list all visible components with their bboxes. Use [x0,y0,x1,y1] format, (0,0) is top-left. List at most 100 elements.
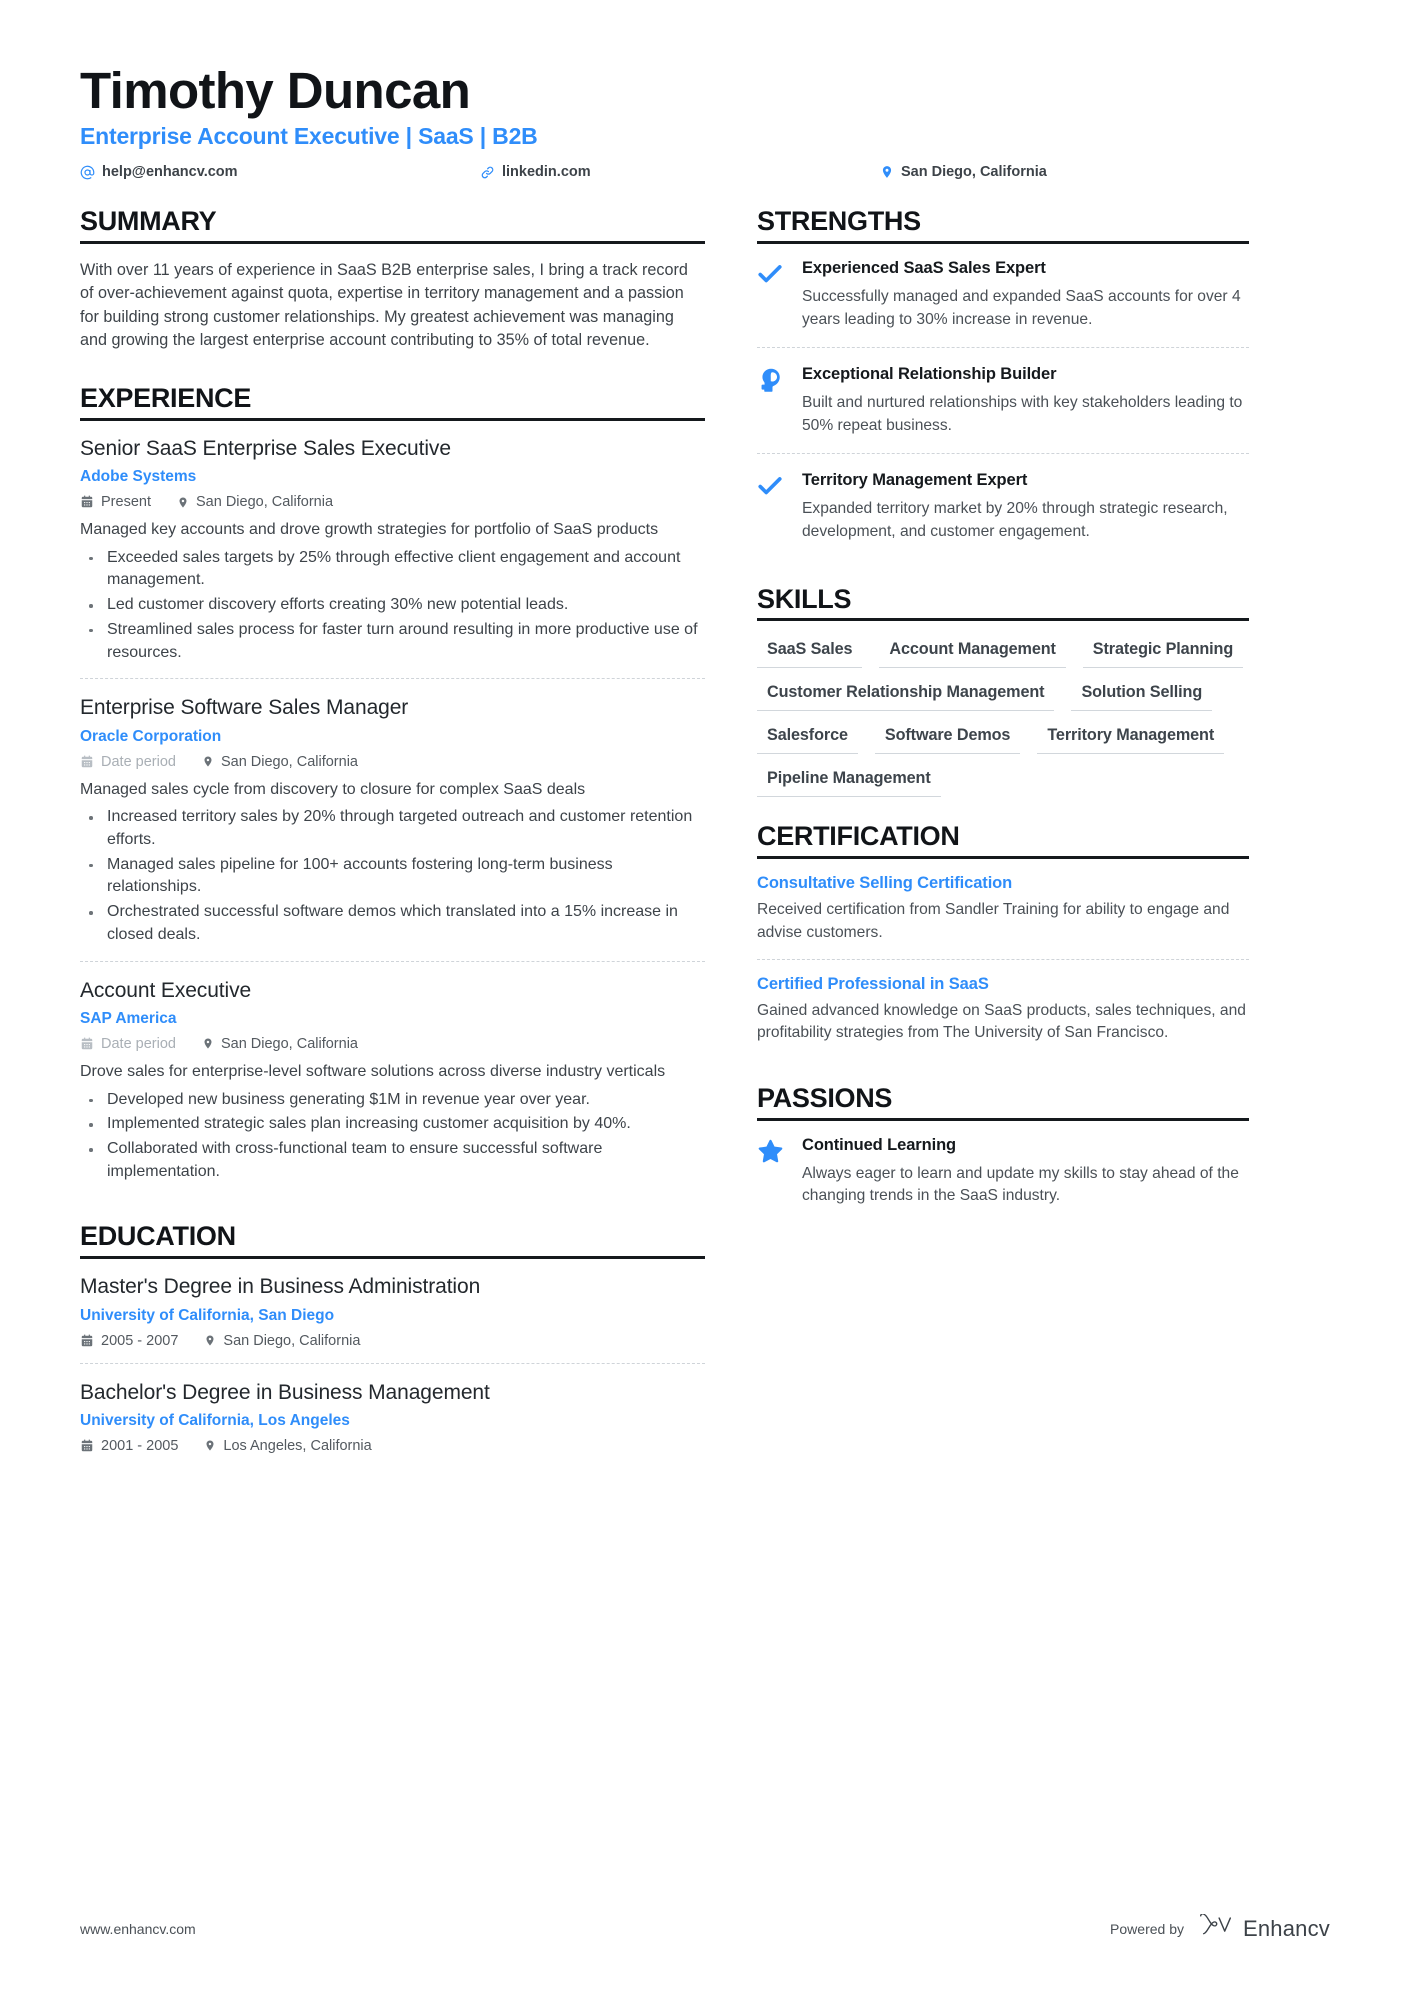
education-date-label: 2005 - 2007 [101,1332,179,1349]
page-footer: www.enhancv.com Powered by Enhancv [80,1913,1330,1943]
certification-description: Received certification from Sandler Trai… [757,901,1230,941]
education-entry: Master's Degree in Business Administrati… [80,1274,705,1362]
link-icon [480,165,495,180]
strength-body: Experienced SaaS Sales Expert Successful… [802,259,1249,331]
education-date: 2001 - 2005 [80,1438,178,1454]
experience-date: Present [80,494,151,510]
strength-description: Expanded territory market by 20% through… [802,500,1228,541]
experience-location-label: San Diego, California [220,1035,358,1052]
contact-linkedin[interactable]: linkedin.com [480,164,880,180]
experience-bullets: Developed new business generating $1M in… [80,1089,705,1184]
footer-url[interactable]: www.enhancv.com [80,1921,196,1937]
summary-rule [80,240,705,244]
section-education: EDUCATION Master's Degree in Business Ad… [80,1221,705,1467]
education-degree: Master's Degree in Business Administrati… [80,1275,481,1299]
location-pin-icon [880,164,894,180]
experience-bullet: Led customer discovery efforts creating … [80,594,705,617]
location-pin-icon [177,495,189,510]
at-icon [80,165,95,180]
right-column: STRENGTHS Experienced SaaS Sales Expert … [757,206,1249,1474]
contact-location: San Diego, California [880,164,1047,180]
certification-heading: CERTIFICATION [757,821,960,852]
experience-title: Senior SaaS Enterprise Sales Executive [80,436,451,460]
strength-name: Territory Management Expert [802,471,1028,490]
strength-item: Exceptional Relationship Builder Built a… [757,347,1249,453]
calendar-icon [80,1037,94,1051]
experience-date: Date period [80,754,176,770]
experience-meta: Date period San Diego, California [80,754,705,770]
education-rule [80,1256,705,1260]
experience-entry: Enterprise Software Sales Manager Oracle… [80,678,705,960]
experience-title: Account Executive [80,978,252,1002]
strength-description: Successfully managed and expanded SaaS a… [802,287,1241,328]
education-meta: 2005 - 2007 San Diego, California [80,1333,705,1349]
experience-location-label: San Diego, California [195,494,334,511]
check-icon [757,471,785,543]
experience-description: Managed sales cycle from discovery to cl… [80,780,586,798]
location-pin-icon [204,1333,216,1348]
strengths-heading: STRENGTHS [757,206,921,237]
education-location: Los Angeles, California [204,1437,372,1454]
resume-body: SUMMARY With over 11 years of experience… [80,206,1330,1474]
education-date-label: 2001 - 2005 [101,1437,179,1454]
education-heading: EDUCATION [80,1221,236,1252]
experience-date-label: Date period [101,1035,176,1052]
strength-item: Territory Management Expert Expanded ter… [757,453,1249,559]
skill-tag[interactable]: Territory Management [1037,722,1225,755]
summary-heading: SUMMARY [80,206,217,237]
strength-item: Experienced SaaS Sales Expert Successful… [757,259,1249,347]
skill-tag[interactable]: SaaS Sales [757,636,863,669]
experience-location: San Diego, California [202,1036,358,1052]
certification-title[interactable]: Certified Professional in SaaS [757,975,1249,994]
experience-location-label: San Diego, California [220,753,358,770]
education-school[interactable]: University of California, San Diego [80,1307,705,1325]
experience-bullet: Streamlined sales process for faster tur… [80,619,705,664]
skill-tag[interactable]: Software Demos [874,722,1021,755]
education-location-label: San Diego, California [223,1332,361,1349]
passion-item: Continued Learning Always eager to learn… [757,1136,1249,1224]
powered-by-label: Powered by [1110,1920,1184,1937]
education-degree: Bachelor's Degree in Business Management [80,1380,490,1404]
strength-description: Built and nurtured relationships with ke… [802,394,1243,434]
enhancv-wordmark: Enhancv [1242,1915,1330,1941]
experience-meta: Present San Diego, California [80,494,705,510]
experience-entry: Senior SaaS Enterprise Sales Executive A… [80,436,705,679]
experience-location: San Diego, California [202,754,358,770]
certification-description: Gained advanced knowledge on SaaS produc… [757,1001,1246,1042]
certification-rule [757,856,1249,860]
experience-date-label: Date period [101,753,176,770]
head-brain-icon [757,365,785,437]
certification-item: Certified Professional in SaaS Gained ad… [757,958,1249,1059]
passions-heading: PASSIONS [757,1082,893,1113]
experience-organization[interactable]: Oracle Corporation [80,728,705,746]
contact-linkedin-label: linkedin.com [502,164,591,181]
experience-bullet: Increased territory sales by 20% through… [80,806,705,851]
strengths-rule [757,240,1249,244]
skill-tag[interactable]: Customer Relationship Management [757,679,1055,712]
experience-organization[interactable]: SAP America [80,1010,705,1028]
enhancv-mark-icon [1198,1913,1234,1943]
contact-email[interactable]: help@enhancv.com [80,164,480,180]
experience-date: Date period [80,1036,176,1052]
education-location-label: Los Angeles, California [223,1437,372,1454]
candidate-job-title: Enterprise Account Executive | SaaS | B2… [80,123,538,150]
strength-name: Experienced SaaS Sales Expert [802,258,1046,277]
education-location: San Diego, California [204,1333,360,1349]
certification-title[interactable]: Consultative Selling Certification [757,874,1249,893]
skill-tag[interactable]: Salesforce [757,722,858,755]
skills-heading: SKILLS [757,583,852,614]
education-school[interactable]: University of California, Los Angeles [80,1412,705,1430]
experience-organization[interactable]: Adobe Systems [80,468,705,486]
calendar-icon [80,1439,94,1453]
star-icon [757,1136,785,1208]
experience-location: San Diego, California [177,494,333,510]
skill-tag[interactable]: Strategic Planning [1082,636,1244,669]
enhancv-logo: Enhancv [1198,1913,1330,1943]
skill-tag[interactable]: Solution Selling [1071,679,1213,712]
resume-header: Timothy Duncan Enterprise Account Execut… [80,62,1330,180]
experience-description: Managed key accounts and drove growth st… [80,521,659,539]
skill-tag[interactable]: Pipeline Management [757,765,941,798]
strength-name: Exceptional Relationship Builder [802,365,1057,384]
passions-rule [757,1117,1249,1121]
skill-tag[interactable]: Account Management [879,636,1066,669]
